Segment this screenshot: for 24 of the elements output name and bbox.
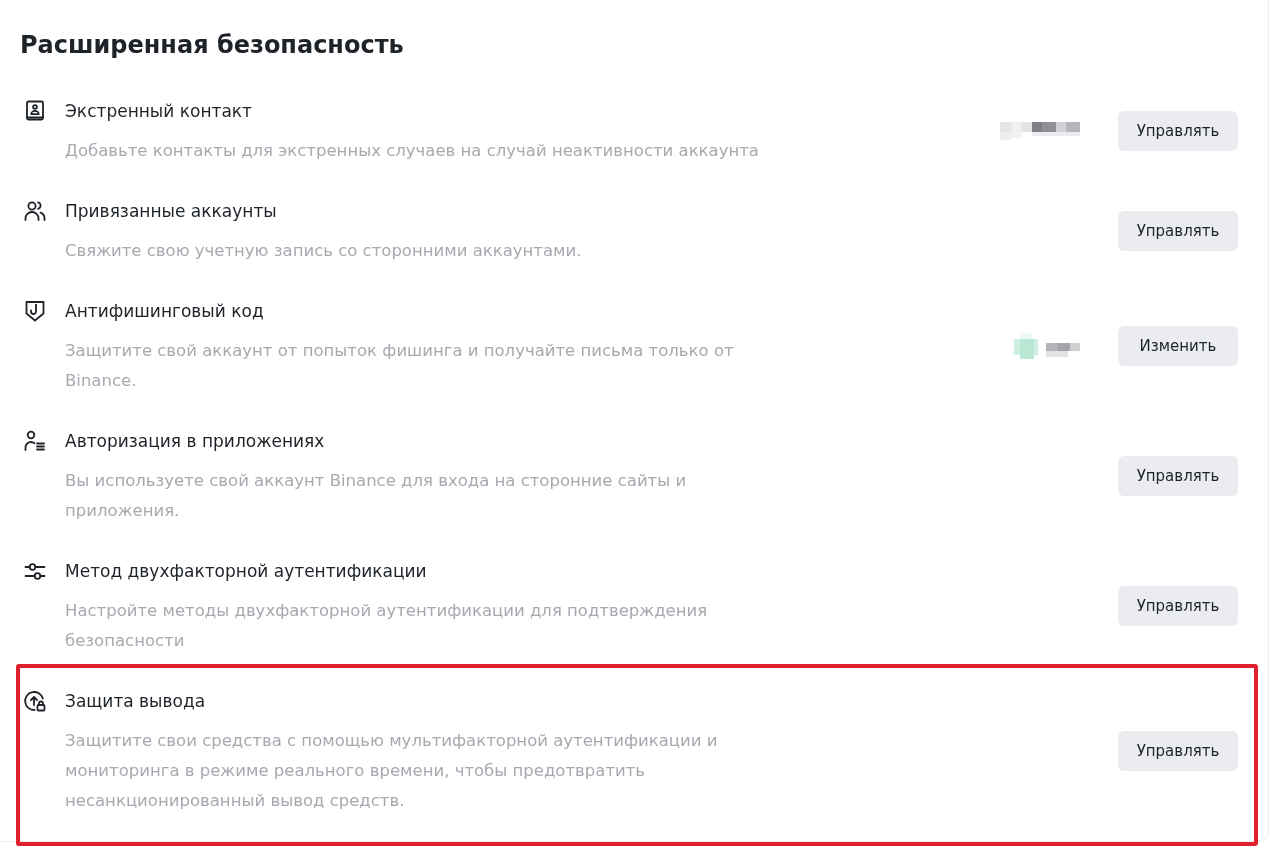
shield-hook-icon — [23, 299, 47, 323]
contact-book-icon — [23, 99, 47, 123]
item-title: Антифишинговый код — [65, 300, 264, 323]
item-title: Авторизация в приложениях — [65, 430, 325, 453]
item-title: Метод двухфакторной аутентификации — [65, 560, 427, 583]
manage-button[interactable]: Изменить — [1118, 326, 1238, 366]
user-list-icon — [23, 429, 47, 453]
item-description: Защитите свой аккаунт от попыток фишинга и получайте письма только от Binance. — [65, 340, 734, 392]
users-icon — [23, 199, 47, 223]
manage-button[interactable]: Управлять — [1118, 111, 1238, 151]
item-description: Добавьте контакты для экстренных случаев на случай неактивности аккаунта — [65, 140, 759, 162]
manage-button[interactable]: Управлять — [1118, 586, 1238, 626]
section-title: Расширенная безопасность — [20, 30, 404, 61]
item-description: Защитите свои средства с помощью мультифакторной аутентификации и мониторинга в режиме реального времени, чтобы предотвратить несанкционированный вывод средств. — [65, 730, 718, 812]
circle-arrow-lock-icon — [23, 689, 47, 713]
item-title: Экстренный контакт — [65, 100, 253, 123]
item-description: Вы используете свой аккаунт Binance для входа на сторонние сайты и приложения. — [65, 470, 687, 522]
item-description: Настройте методы двухфакторной аутентификации для подтверждения безопасности — [65, 600, 708, 652]
item-description: Свяжите свою учетную запись со сторонними аккаунтами. — [65, 240, 582, 262]
manage-button[interactable]: Управлять — [1118, 211, 1238, 251]
manage-button[interactable]: Управлять — [1118, 456, 1238, 496]
item-title: Привязанные аккаунты — [65, 200, 277, 223]
manage-button[interactable]: Управлять — [1118, 731, 1238, 771]
item-title: Защита вывода — [65, 690, 206, 713]
